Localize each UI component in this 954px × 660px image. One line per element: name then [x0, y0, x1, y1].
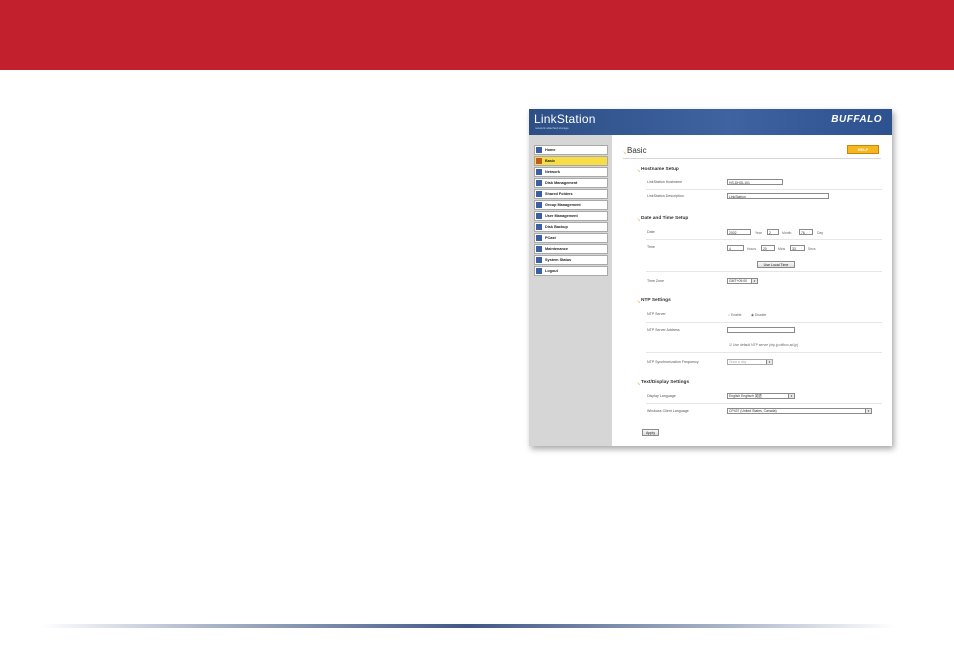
chevron-down-icon: ▾	[766, 360, 772, 364]
sidebar-item-user-management[interactable]: User Management	[534, 211, 608, 221]
page-title: Basic	[627, 146, 647, 155]
sidebar-item-disk-management[interactable]: Disk Management	[534, 178, 608, 188]
sidebar: Home Basic Network Disk Management Share…	[529, 135, 612, 446]
chevron-down-icon: ▾	[751, 279, 757, 283]
buffalo-logo: BUFFALO	[831, 114, 882, 125]
row-divider	[646, 239, 882, 240]
disk-icon	[536, 180, 542, 186]
sidebar-item-maintenance[interactable]: Maintenance	[534, 244, 608, 254]
row-divider	[646, 322, 882, 323]
backup-icon	[536, 224, 542, 230]
sidebar-item-system-status[interactable]: System Status	[534, 255, 608, 265]
title-arrow-icon: ➘	[623, 150, 627, 155]
client-language-select[interactable]: CP437 (United States, Canada) ▾	[727, 408, 872, 414]
datetime-heading: Date and Time Setup	[641, 216, 689, 221]
sidebar-item-shared-folders[interactable]: Shared Folders	[534, 189, 608, 199]
description-input[interactable]: LinkStation	[727, 193, 829, 199]
hostname-input[interactable]: HS-DHGL101	[727, 179, 783, 185]
year-input[interactable]: 2002	[727, 229, 751, 235]
pcast-icon	[536, 235, 542, 241]
sidebar-item-logout[interactable]: Logout	[534, 266, 608, 276]
chevron-down-icon: ▾	[865, 409, 871, 413]
month-input[interactable]: 2	[767, 229, 779, 235]
hostname-label: LinkStation Hostname	[647, 180, 683, 184]
month-unit: Month	[782, 231, 792, 235]
home-icon	[536, 147, 542, 153]
linkstation-logo: LinkStation	[534, 112, 596, 126]
ntp-heading: NTP Settings	[641, 298, 671, 303]
title-divider	[623, 158, 881, 159]
ntp-disable-radio[interactable]: ◉ Disable	[751, 313, 766, 317]
sidebar-item-network[interactable]: Network	[534, 167, 608, 177]
slide-header-bar	[0, 0, 954, 70]
client-language-label: Windows Client Language	[647, 409, 689, 413]
linkstation-screenshot: LinkStation network attached storage BUF…	[529, 109, 892, 446]
group-icon	[536, 202, 542, 208]
section-arrow-icon: ➘	[637, 217, 641, 222]
second-unit: Secs	[808, 247, 816, 251]
chevron-down-icon: ▾	[788, 394, 794, 398]
section-arrow-icon: ➘	[637, 381, 641, 386]
sidebar-item-disk-backup[interactable]: Disk Backup	[534, 222, 608, 232]
network-icon	[536, 169, 542, 175]
minute-unit: Mins	[778, 247, 786, 251]
text-display-heading: Text/Display Settings	[641, 380, 690, 385]
maintenance-icon	[536, 246, 542, 252]
time-label: Time	[647, 245, 655, 249]
date-label: Date	[647, 230, 655, 234]
apply-button[interactable]: Apply	[642, 429, 659, 436]
basic-icon	[536, 158, 542, 164]
ntp-server-label: NTP Server	[647, 312, 666, 316]
ntp-address-label: NTP Server Address	[647, 328, 680, 332]
ntp-frequency-select[interactable]: Once a day ▾	[727, 359, 773, 365]
hour-input[interactable]: 4	[727, 245, 744, 251]
main-content: ➘ Basic HELP ➘ Hostname Setup LinkStatio…	[612, 135, 892, 446]
ntp-frequency-label: NTP Synchronization Frequency	[647, 360, 699, 364]
ntp-enable-radio[interactable]: ○ Enable	[728, 313, 742, 317]
hostname-heading: Hostname Setup	[641, 167, 679, 172]
description-label: LinkStation Description	[647, 194, 684, 198]
sidebar-item-home[interactable]: Home	[534, 145, 608, 155]
second-input[interactable]: 33	[790, 245, 805, 251]
row-divider	[646, 352, 882, 353]
row-divider	[646, 271, 882, 272]
sidebar-nav: Home Basic Network Disk Management Share…	[534, 145, 608, 277]
minute-input[interactable]: 20	[761, 245, 775, 251]
logout-icon	[536, 268, 542, 274]
use-local-time-button[interactable]: Use Local Time	[757, 261, 795, 268]
timezone-label: Time Zone	[647, 279, 665, 283]
day-input[interactable]: 76	[799, 229, 813, 235]
hour-unit: Hours	[747, 247, 757, 251]
section-arrow-icon: ➘	[637, 299, 641, 304]
help-button[interactable]: HELP	[847, 145, 879, 154]
display-language-select[interactable]: English Englisch 英語 ▾	[727, 393, 795, 399]
folder-icon	[536, 191, 542, 197]
sidebar-item-pcast[interactable]: PCast	[534, 233, 608, 243]
display-language-label: Display Language	[647, 394, 676, 398]
user-icon	[536, 213, 542, 219]
app-header: LinkStation network attached storage BUF…	[529, 109, 892, 135]
slide-footer-line	[40, 624, 896, 628]
row-divider	[646, 189, 882, 190]
timezone-select[interactable]: GMT+09:00 ▾	[727, 278, 758, 284]
ntp-address-input[interactable]	[727, 327, 795, 333]
status-icon	[536, 257, 542, 263]
day-unit: Day	[817, 231, 824, 235]
sidebar-item-basic[interactable]: Basic	[534, 156, 608, 166]
sidebar-item-group-management[interactable]: Group Management	[534, 200, 608, 210]
year-unit: Year	[755, 231, 762, 235]
row-divider	[646, 403, 882, 404]
section-arrow-icon: ➘	[637, 168, 641, 173]
default-ntp-checkbox[interactable]: ☑ Use default NTP server (ntp.jp.ntfbox.…	[729, 343, 798, 347]
linkstation-tagline: network attached storage	[535, 126, 569, 130]
